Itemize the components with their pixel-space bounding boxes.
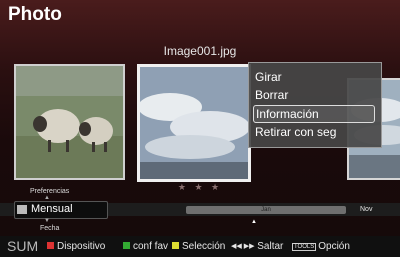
hint-saltar[interactable]: ◀◀ ▶▶ Saltar — [231, 241, 283, 252]
timeline-month-next[interactable]: Nov — [360, 206, 372, 213]
menu-item-girar[interactable]: Girar — [255, 69, 282, 85]
sort-option-preferencias[interactable]: Preferencias — [30, 188, 69, 195]
sort-selector[interactable]: Mensual — [14, 201, 108, 219]
hint-conf-fav-label: conf fav — [133, 241, 169, 252]
photo-screen: Photo Image001.jpg Girar Borrar Informac… — [0, 0, 400, 257]
hint-seleccion-label: Selección — [182, 241, 226, 252]
hint-dispositivo-label: Dispositivo — [57, 241, 106, 252]
hint-saltar-label: Saltar — [257, 241, 284, 252]
hint-conf-fav[interactable]: conf fav — [123, 241, 168, 252]
menu-item-retirar-con-seg[interactable]: Retirar con seg — [255, 124, 336, 140]
hint-opcion-label: Opción — [318, 241, 350, 252]
hint-opcion[interactable]: TOOLS Opción — [292, 241, 350, 252]
sheep-image — [16, 66, 123, 178]
sky-image — [140, 67, 248, 179]
red-button-icon — [47, 242, 54, 249]
tools-button-icon: TOOLS — [292, 243, 317, 251]
timeline-month-current: Jan — [261, 207, 271, 213]
page-title: Photo — [8, 4, 62, 25]
thumbnail-current[interactable] — [137, 64, 251, 182]
thumbnail-previous[interactable] — [14, 64, 125, 180]
skip-icon: ◀◀ ▶▶ — [231, 243, 255, 250]
sort-selector-label: Mensual — [31, 203, 73, 215]
hint-dispositivo[interactable]: Dispositivo — [47, 241, 105, 252]
current-filename: Image001.jpg — [163, 44, 237, 58]
menu-item-informacion[interactable]: Información — [253, 105, 375, 123]
arrow-down-icon: ▼ — [44, 218, 50, 224]
menu-item-borrar[interactable]: Borrar — [255, 87, 288, 103]
context-menu: Girar Borrar Información Retirar con seg — [248, 62, 382, 148]
yellow-button-icon — [172, 242, 179, 249]
green-button-icon — [123, 242, 130, 249]
timeline-marker-icon: ▲ — [251, 219, 257, 225]
calendar-icon — [17, 205, 27, 214]
source-label: SUM — [7, 238, 39, 254]
sort-option-fecha[interactable]: Fecha — [40, 225, 59, 232]
hint-seleccion[interactable]: Selección — [172, 241, 225, 252]
